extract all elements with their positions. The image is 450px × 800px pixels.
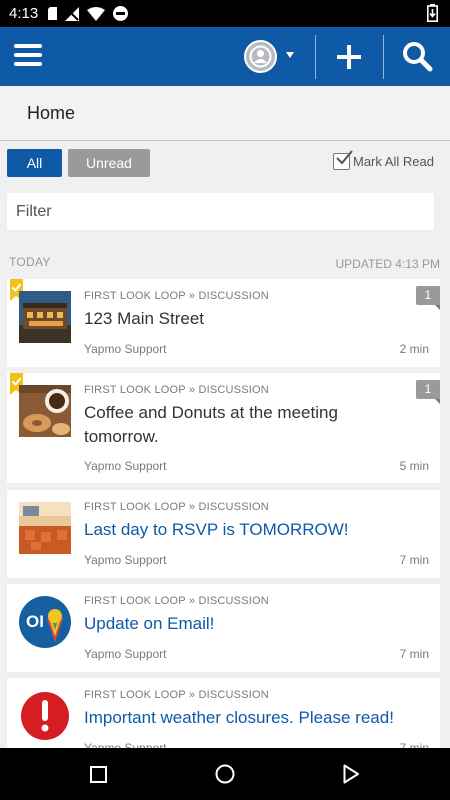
triangle-icon[interactable] [343,764,360,784]
post-breadcrumb: FIRST LOOK LOOP » DISCUSSION [84,384,269,396]
post-title: Important weather closures. Please read! [84,708,394,727]
post-title: Last day to RSVP is TOMORROW! [84,520,349,539]
system-nav-bar [0,748,450,800]
post-time: 5 min [399,459,429,473]
post-author: Yapmo Support [84,342,167,356]
post-breadcrumb: FIRST LOOK LOOP » DISCUSSION [84,290,269,302]
post-card[interactable]: FIRST LOOK LOOP » DISCUSSION 123 Main St… [7,279,440,367]
post-thumbnail [19,291,71,343]
plus-icon[interactable] [332,40,366,74]
user-avatar-icon[interactable] [244,40,277,73]
app-bar [0,27,450,86]
svg-text:OI: OI [26,612,44,631]
post-breadcrumb: FIRST LOOK LOOP » DISCUSSION [84,595,269,607]
checkbox-icon [333,150,353,170]
sim-card-icon [48,7,57,20]
square-icon[interactable] [90,766,107,783]
all-tab-button[interactable]: All [7,149,62,177]
battery-icon [427,4,438,22]
circle-icon[interactable] [215,764,235,784]
mark-all-read-button[interactable]: Mark All Read [333,150,434,170]
search-icon[interactable] [400,39,434,73]
filter-input[interactable] [7,193,434,230]
mark-all-read-label: Mark All Read [353,154,434,169]
post-breadcrumb: FIRST LOOK LOOP » DISCUSSION [84,689,269,701]
status-bar: 4:13 [0,0,450,27]
post-card[interactable]: OI FIRST LOOK LOOP » DISCUSSION Update o… [7,584,440,672]
updated-timestamp: UPDATED 4:13 PM [335,257,440,271]
no-signal-icon [65,6,79,21]
post-thumbnail [19,690,71,742]
do-not-disturb-icon [113,6,128,21]
post-time: 7 min [399,553,429,567]
comment-count-badge: 1 [416,380,440,404]
post-card[interactable]: FIRST LOOK LOOP » DISCUSSION Last day to… [7,490,440,578]
post-time: 2 min [399,342,429,356]
hamburger-icon[interactable] [14,44,42,68]
toolbar-divider [383,35,384,79]
post-title: 123 Main Street [84,309,205,328]
post-author: Yapmo Support [84,459,167,473]
post-author: Yapmo Support [84,647,167,661]
post-title: Coffee and Donuts at the meeting tomorro… [84,403,338,446]
post-thumbnail [19,502,71,554]
chevron-down-icon[interactable] [286,52,294,58]
page-title: Home [27,103,76,123]
post-author: Yapmo Support [84,553,167,567]
unread-tab-button[interactable]: Unread [68,149,150,177]
wifi-icon [87,6,105,21]
post-card[interactable]: FIRST LOOK LOOP » DISCUSSION Coffee and … [7,373,440,483]
post-thumbnail [19,385,71,437]
post-thumbnail: OI [19,596,71,648]
post-breadcrumb: FIRST LOOK LOOP » DISCUSSION [84,501,269,513]
toolbar-divider [315,35,316,79]
post-time: 7 min [399,647,429,661]
status-time: 4:13 [9,5,39,22]
title-bar: Home [0,86,450,141]
section-label: TODAY [9,255,51,269]
post-title: Update on Email! [84,614,215,633]
comment-count-badge: 1 [416,286,440,310]
status-icons [48,6,128,21]
